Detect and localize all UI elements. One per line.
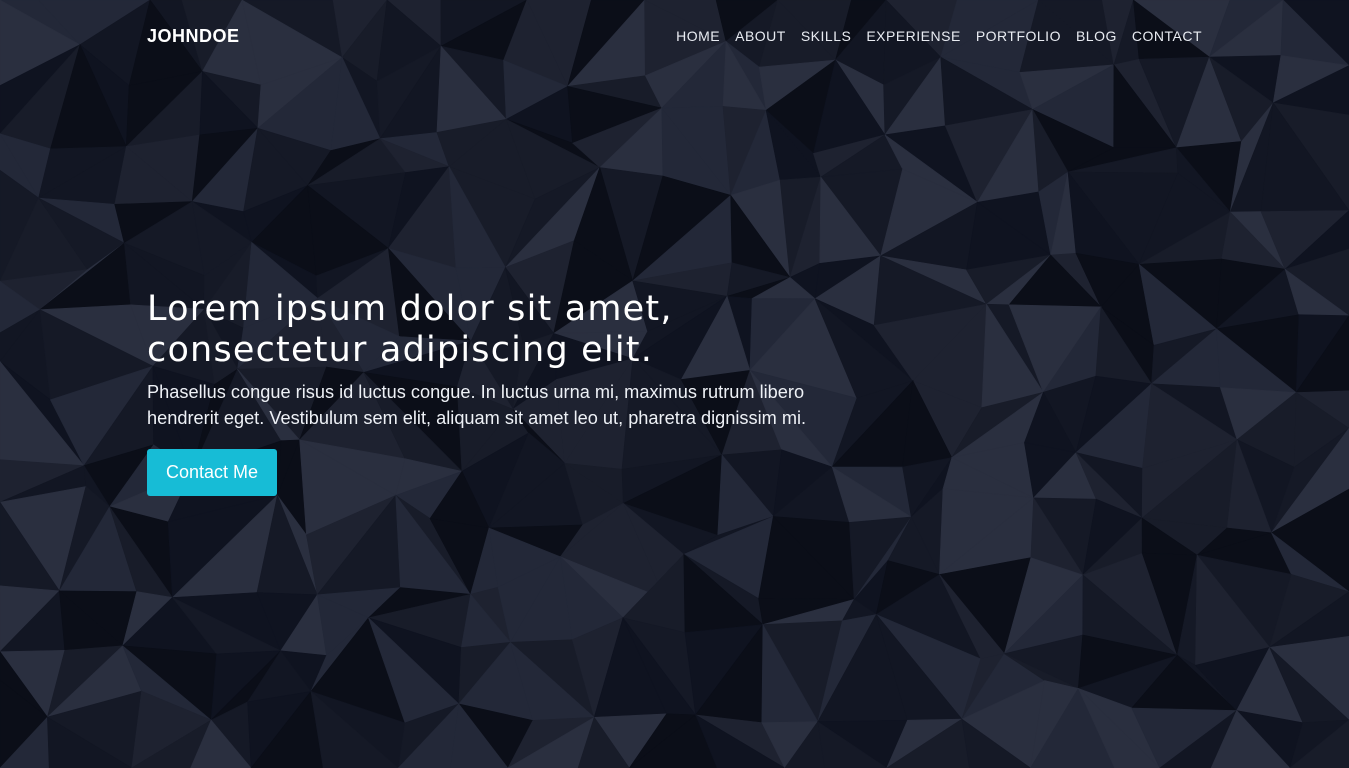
nav-item-blog: BLOG — [1076, 28, 1117, 46]
nav-item-portfolio: PORTFOLIO — [976, 28, 1061, 46]
nav-item-skills: SKILLS — [801, 28, 851, 46]
hero-lead: Phasellus congue risus id luctus congue.… — [147, 382, 807, 428]
main-nav: HOME ABOUT SKILLS EXPERIENSE PORTFOLIO B… — [676, 28, 1202, 46]
contact-me-button[interactable]: Contact Me — [147, 449, 278, 496]
nav-link-portfolio[interactable]: PORTFOLIO — [976, 28, 1061, 44]
nav-item-contact: CONTACT — [1132, 28, 1202, 46]
nav-link-blog[interactable]: BLOG — [1076, 28, 1117, 44]
nav-link-contact[interactable]: CONTACT — [1132, 28, 1202, 44]
nav-link-home[interactable]: HOME — [676, 28, 720, 44]
brand-logo[interactable]: JOHNDOE — [147, 26, 240, 47]
navbar: JOHNDOE HOME ABOUT SKILLS EXPERIENSE POR… — [0, 0, 1349, 72]
hero-title-line-1: Lorem ipsum dolor sit amet, — [147, 289, 673, 329]
nav-link-experience[interactable]: EXPERIENSE — [866, 28, 960, 44]
nav-item-experience: EXPERIENSE — [866, 28, 960, 46]
hero-title: Lorem ipsum dolor sit amet, consectetur … — [147, 289, 837, 371]
hero-section: Lorem ipsum dolor sit amet, consectetur … — [147, 289, 837, 496]
nav-link-skills[interactable]: SKILLS — [801, 28, 851, 44]
nav-item-about: ABOUT — [735, 28, 786, 46]
nav-link-about[interactable]: ABOUT — [735, 28, 786, 44]
hero-title-line-2: consectetur adipiscing elit. — [147, 330, 654, 370]
nav-item-home: HOME — [676, 28, 720, 46]
